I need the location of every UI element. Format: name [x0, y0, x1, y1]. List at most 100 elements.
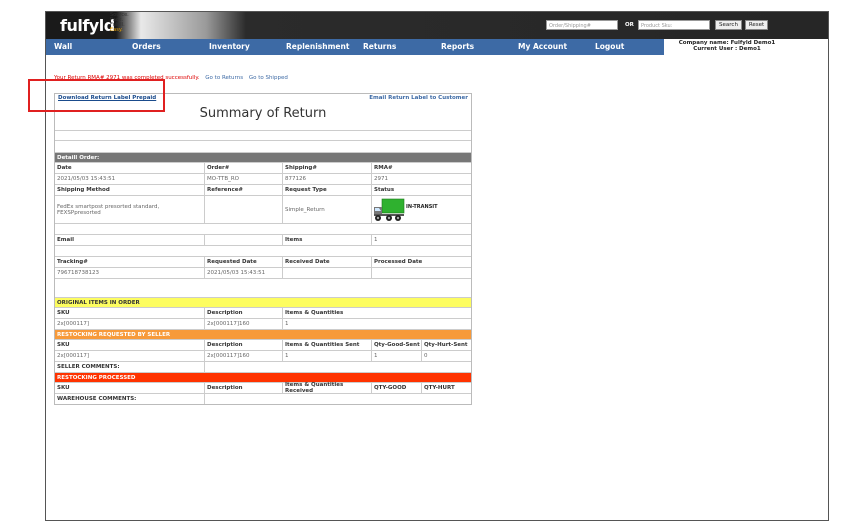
- nav-orders[interactable]: Orders: [132, 39, 161, 55]
- column-header-description: Description: [205, 340, 283, 350]
- column-header-qty-hurt-sent: Qty-Hurt-Sent: [424, 342, 468, 348]
- table-row: SKU Description Items & Quantities Sent …: [55, 339, 471, 350]
- table-row: 796718738123 2021/05/03 15:43:51: [55, 267, 471, 278]
- date-label: Date: [55, 163, 205, 173]
- spacer-row: [55, 245, 471, 256]
- column-header-quantities-sent: Items & Quantities Sent: [283, 340, 372, 350]
- table-row: SKU Description Items & Quantities Recei…: [55, 382, 471, 394]
- column-header-sku: SKU: [55, 308, 205, 318]
- rma-value: 2971: [374, 176, 388, 182]
- reference-label: Reference#: [205, 185, 283, 195]
- original-items-header: ORIGINAL ITEMS IN ORDER: [57, 299, 140, 306]
- go-to-shipped-link[interactable]: Go to Shipped: [249, 75, 288, 81]
- column-header-sku: SKU: [55, 340, 205, 350]
- seller-comments-value: [205, 362, 471, 372]
- rma-label: RMA#: [374, 165, 393, 171]
- column-header-description: Description: [205, 308, 283, 318]
- column-header-qty-good-sent: Qty-Good-Sent: [372, 340, 422, 350]
- original-quantity: 1: [285, 321, 289, 327]
- tagline-easy: Easy.: [110, 27, 123, 33]
- nav-wall[interactable]: Wall: [54, 39, 72, 55]
- table-row: 2x[000117] 2x[000117]160 1 1 0: [55, 350, 471, 361]
- top-bar: fulfyld Source. Pack. Fulfill. Easy. Ord…: [46, 12, 828, 39]
- request-type-label: Request Type: [283, 185, 372, 195]
- reset-button[interactable]: Reset: [745, 20, 768, 30]
- original-description: 2x[000117]160: [205, 319, 283, 329]
- column-header-sku: SKU: [55, 383, 205, 393]
- detail-header-row: Detaill Order:: [55, 152, 471, 162]
- truck-icon: [374, 198, 405, 221]
- sku-search-input[interactable]: Product Sku:: [638, 20, 710, 30]
- warehouse-comments-value: [205, 394, 471, 404]
- tracking-label: Tracking#: [55, 257, 205, 267]
- tracking-value: 796718738123: [55, 268, 205, 278]
- go-to-returns-link[interactable]: Go to Returns: [205, 75, 243, 81]
- table-row: Date Order# Shipping# RMA#: [55, 162, 471, 173]
- email-label: Email: [55, 235, 205, 245]
- order-label: Order#: [205, 163, 283, 173]
- shipping-label: Shipping#: [283, 163, 372, 173]
- table-row: WAREHOUSE COMMENTS:: [55, 393, 471, 404]
- restock-quantity-sent: 1: [283, 351, 372, 361]
- email-value: [205, 235, 283, 245]
- original-items-header-row: ORIGINAL ITEMS IN ORDER: [55, 297, 471, 307]
- reference-value: [205, 196, 283, 223]
- spacer-row: [55, 223, 471, 234]
- restock-qty-good: 1: [372, 351, 422, 361]
- warehouse-comments-label: WAREHOUSE COMMENTS:: [55, 394, 205, 404]
- nav-replenishment[interactable]: Replenishment: [286, 39, 349, 55]
- seller-comments-label: SELLER COMMENTS:: [55, 362, 205, 372]
- nav-reports[interactable]: Reports: [441, 39, 474, 55]
- table-row: Shipping Method Reference# Request Type …: [55, 184, 471, 195]
- logo-tagline: Source. Pack. Fulfill. Easy.: [110, 13, 129, 33]
- received-date-label: Received Date: [283, 257, 372, 267]
- table-row: FedEx smartpost presorted standard, FEXS…: [55, 195, 471, 223]
- restock-header-row: RESTOCKING REQUESTED BY SELLER: [55, 329, 471, 339]
- spacer-row: [55, 130, 471, 140]
- company-info: Company name: Fulfyld Demo1 Current User…: [672, 40, 782, 52]
- table-row: Tracking# Requested Date Received Date P…: [55, 256, 471, 267]
- processed-date-value: [372, 268, 471, 278]
- or-label: OR: [625, 22, 634, 28]
- spacer-row: [55, 278, 471, 297]
- column-header-qty-good: QTY-GOOD: [372, 383, 422, 393]
- spacer-row: [55, 140, 471, 152]
- email-return-label-link[interactable]: Email Return Label to Customer: [369, 95, 468, 101]
- column-header-qty-hurt: QTY-HURT: [424, 385, 455, 391]
- status-cell: IN-TRANSIT: [372, 196, 471, 223]
- status-value: IN-TRANSIT: [406, 204, 438, 210]
- table-row: SELLER COMMENTS:: [55, 361, 471, 372]
- order-value: MO-TTB_RO: [205, 174, 283, 184]
- request-type-value: Simple_Return: [283, 196, 372, 223]
- main-nav: Wall Orders Inventory Replenishment Retu…: [46, 39, 664, 55]
- restock-sku: 2x[000117]: [55, 351, 205, 361]
- detail-header: Detaill Order:: [57, 154, 100, 161]
- search-button[interactable]: Search: [715, 20, 742, 30]
- requested-date-value: 2021/05/03 15:43:51: [205, 268, 283, 278]
- nav-logout[interactable]: Logout: [595, 39, 624, 55]
- processed-header: RESTOCKING PROCESSED: [57, 374, 136, 381]
- items-value: 1: [374, 237, 378, 243]
- highlight-box: [28, 79, 165, 112]
- table-row: Email Items 1: [55, 234, 471, 245]
- column-header-items-quantities: Items & Quantities: [285, 310, 344, 316]
- date-value: 2021/05/03 15:43:51: [55, 174, 205, 184]
- restock-header: RESTOCKING REQUESTED BY SELLER: [57, 331, 171, 338]
- processed-date-label: Processed Date: [374, 259, 423, 265]
- nav-my-account[interactable]: My Account: [518, 39, 567, 55]
- received-date-value: [283, 268, 372, 278]
- order-search-input[interactable]: Order/Shipping#: [546, 20, 618, 30]
- original-sku: 2x[000117]: [55, 319, 205, 329]
- table-row: SKU Description Items & Quantities: [55, 307, 471, 318]
- column-header-description: Description: [205, 383, 283, 393]
- shipping-value: 877126: [283, 174, 372, 184]
- table-row: 2021/05/03 15:43:51 MO-TTB_RO 877126 297…: [55, 173, 471, 184]
- nav-returns[interactable]: Returns: [363, 39, 396, 55]
- status-label: Status: [374, 187, 395, 193]
- column-header-quantities-received: Items & Quantities Received: [283, 382, 372, 394]
- restock-description: 2x[000117]160: [205, 351, 283, 361]
- nav-inventory[interactable]: Inventory: [209, 39, 250, 55]
- return-summary-panel: Download Return Label Prepaid Email Retu…: [54, 93, 472, 405]
- logo[interactable]: fulfyld: [60, 16, 115, 35]
- items-label: Items: [283, 235, 372, 245]
